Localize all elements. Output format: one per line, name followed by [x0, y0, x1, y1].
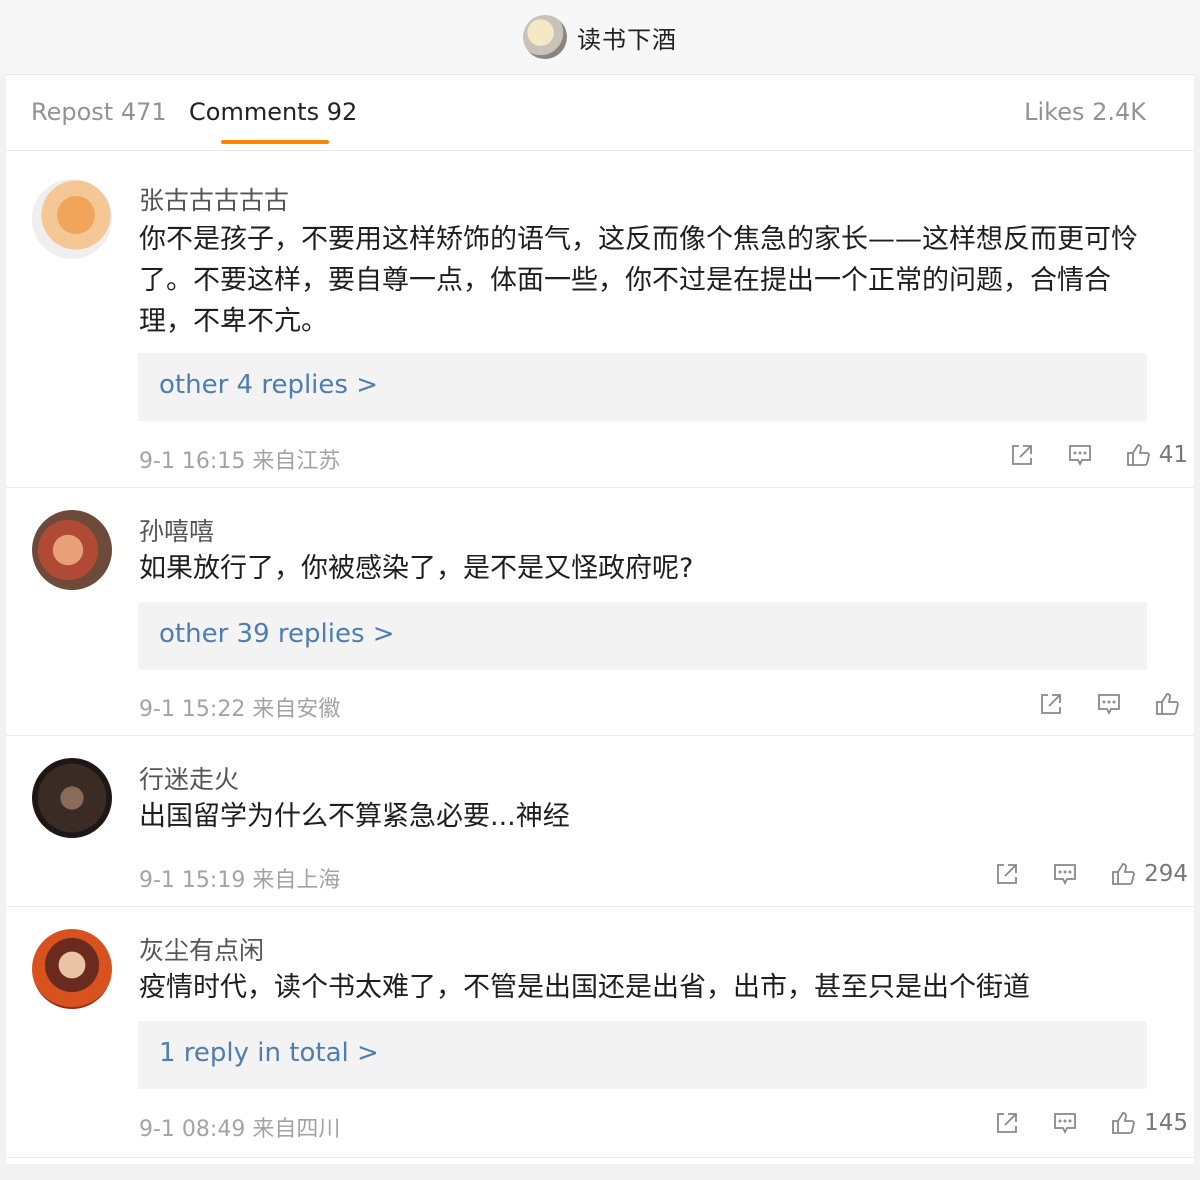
comment-timestamp: 9-1 08:49 来自四川: [139, 1117, 341, 1142]
tab-likes[interactable]: Likes 2.4K: [1024, 98, 1146, 126]
like-button[interactable]: [1154, 691, 1188, 717]
account-title[interactable]: 读书下酒: [577, 20, 677, 55]
reply-button[interactable]: [1067, 442, 1093, 468]
comment-icon: [1098, 694, 1120, 716]
replies-link[interactable]: 1 reply in total >: [159, 1038, 379, 1068]
comment-item: 张古古古古古 你不是孩子，不要用这样矫饰的语气，这反而像个焦急的家长——这样想反…: [6, 151, 1194, 488]
share-icon: [1011, 445, 1032, 465]
comment-item: 行迷走火 出国留学为什么不算紧急必要...神经 9-1 15:19 来自上海 2…: [6, 736, 1194, 907]
commenter-name[interactable]: 孙嘻嘻: [139, 512, 214, 548]
comment-text: 你不是孩子，不要用这样矫饰的语气，这反而像个焦急的家长——这样想反而更可怜了。不…: [139, 224, 1138, 337]
like-button[interactable]: 41: [1125, 442, 1188, 468]
comment-actions: 41: [977, 435, 1188, 475]
reply-button[interactable]: [1052, 861, 1078, 887]
comment-item: 孙嘻嘻 如果放行了，你被感染了，是不是又怪政府呢? other 39 repli…: [6, 488, 1194, 736]
replies-box[interactable]: other 39 replies >: [138, 602, 1147, 670]
replies-box[interactable]: 1 reply in total >: [138, 1021, 1147, 1089]
comment-actions: 145: [962, 1103, 1188, 1143]
comment-text: 出国留学为什么不算紧急必要...神经: [139, 801, 570, 832]
reply-button[interactable]: [1096, 691, 1122, 717]
comment-actions: 294: [962, 854, 1188, 894]
comment-timestamp: 9-1 15:19 来自上海: [139, 868, 341, 893]
avatar[interactable]: [32, 929, 112, 1009]
like-button[interactable]: 145: [1110, 1110, 1188, 1136]
share-button[interactable]: [1038, 691, 1064, 717]
comment-item: 灰尘有点闲 疫情时代，读个书太难了，不管是出国还是出省，出市，甚至只是出个街道 …: [6, 907, 1194, 1158]
comment-icon: [1054, 1113, 1076, 1135]
reply-button[interactable]: [1052, 1110, 1078, 1136]
comment-timestamp: 9-1 16:15 来自江苏: [139, 449, 341, 474]
like-icon: [1112, 1112, 1135, 1134]
like-icon: [1156, 693, 1179, 715]
top-bar: 读书下酒: [0, 0, 1200, 75]
comment-icon: [1054, 864, 1076, 886]
share-icon: [997, 1113, 1017, 1133]
like-icon: [1112, 863, 1135, 885]
tab-comments[interactable]: Comments 92: [189, 98, 357, 126]
like-count: 145: [1144, 1110, 1188, 1136]
share-button[interactable]: [994, 861, 1020, 887]
comment-actions: [1006, 684, 1188, 724]
like-count: 41: [1158, 442, 1188, 468]
like-count: 294: [1144, 861, 1188, 887]
avatar[interactable]: [32, 758, 112, 838]
share-button[interactable]: [1009, 442, 1035, 468]
like-button[interactable]: 294: [1110, 861, 1188, 887]
replies-link[interactable]: other 39 replies >: [159, 619, 395, 649]
commenter-name[interactable]: 张古古古古古: [139, 181, 289, 217]
tab-bar: Repost 471 Comments 92 Likes 2.4K: [6, 76, 1194, 151]
active-tab-indicator: [221, 140, 329, 144]
commenter-name[interactable]: 行迷走火: [139, 760, 239, 796]
replies-box[interactable]: other 4 replies >: [138, 353, 1147, 421]
bottom-strip: [0, 1164, 1200, 1180]
comment-icon: [1068, 445, 1091, 467]
share-button[interactable]: [994, 1110, 1020, 1136]
avatar[interactable]: [32, 510, 112, 590]
comment-timestamp: 9-1 15:22 来自安徽: [139, 697, 341, 722]
account-avatar[interactable]: [523, 15, 567, 59]
share-icon: [997, 864, 1017, 884]
avatar[interactable]: [32, 179, 112, 259]
comment-text: 疫情时代，读个书太难了，不管是出国还是出省，出市，甚至只是出个街道: [139, 972, 1030, 1003]
comment-text: 如果放行了，你被感染了，是不是又怪政府呢?: [139, 553, 694, 584]
share-icon: [1041, 694, 1061, 714]
tab-repost[interactable]: Repost 471: [31, 98, 167, 126]
replies-link[interactable]: other 4 replies >: [159, 370, 378, 400]
commenter-name[interactable]: 灰尘有点闲: [139, 931, 264, 967]
like-icon: [1126, 444, 1150, 466]
right-edge: [1194, 74, 1200, 1174]
